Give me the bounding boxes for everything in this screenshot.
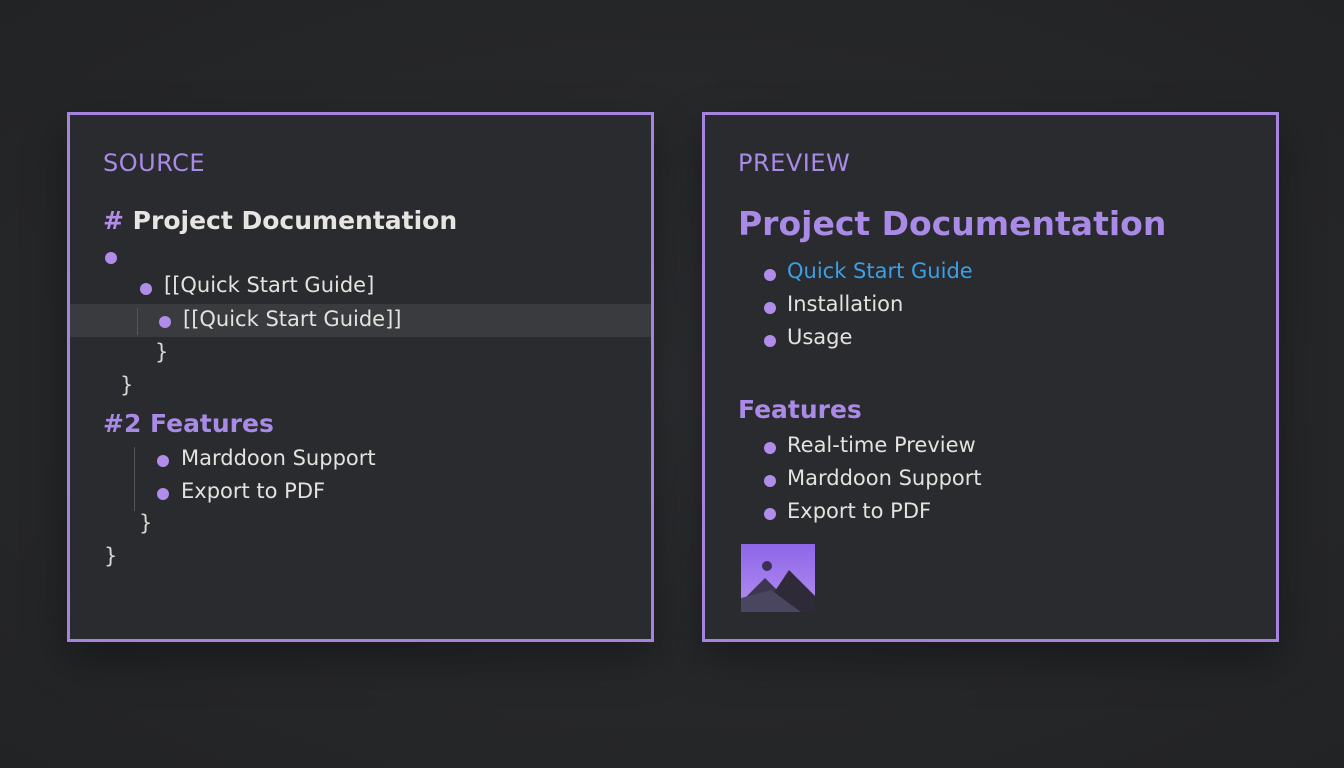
bullet-icon — [764, 335, 776, 347]
bullet-icon — [140, 283, 152, 295]
mountain-image-icon — [741, 544, 815, 612]
preview-panel-title: PREVIEW — [738, 149, 851, 177]
source-features-heading[interactable]: #2 Features — [103, 409, 274, 438]
preview-link-quick-start[interactable]: Quick Start Guide — [787, 259, 973, 283]
source-feature-item[interactable]: Export to PDF — [181, 479, 325, 503]
preview-heading: Project Documentation — [738, 204, 1167, 243]
source-brace: } — [155, 340, 169, 364]
preview-panel[interactable]: PREVIEW Project Documentation Quick Star… — [702, 112, 1279, 642]
source-brace: } — [120, 373, 134, 397]
bullet-icon — [764, 508, 776, 520]
preview-features-heading: Features — [738, 395, 862, 424]
source-panel[interactable]: SOURCE # Project Documentation [[Quick S… — [67, 112, 654, 642]
source-heading-line[interactable]: # Project Documentation — [103, 206, 457, 235]
heading-hash: # — [103, 206, 124, 235]
image-thumbnail-icon[interactable] — [741, 544, 815, 612]
preview-list-item: Installation — [787, 292, 904, 316]
bullet-icon — [764, 475, 776, 487]
indent-guide — [137, 308, 138, 335]
bullet-icon — [764, 442, 776, 454]
bullet-icon — [159, 316, 171, 328]
preview-feature-item: Marddoon Support — [787, 466, 982, 490]
source-brace: } — [139, 511, 153, 535]
preview-feature-item: Real-time Preview — [787, 433, 976, 457]
source-brace: } — [104, 544, 118, 568]
bullet-icon — [157, 488, 169, 500]
bullet-icon — [157, 455, 169, 467]
source-panel-title: SOURCE — [103, 149, 206, 177]
source-line-quick-start[interactable]: [[Quick Start Guide] — [164, 273, 374, 297]
preview-list-item: Usage — [787, 325, 853, 349]
preview-feature-item: Export to PDF — [787, 499, 932, 523]
bullet-icon — [105, 252, 117, 264]
bullet-icon — [764, 269, 776, 281]
heading-text: Project Documentation — [132, 206, 458, 235]
source-feature-item[interactable]: Marddoon Support — [181, 446, 376, 470]
bullet-icon — [764, 302, 776, 314]
indent-guide — [134, 447, 135, 511]
source-line-quick-start-active[interactable]: [[Quick Start Guide]] — [183, 307, 401, 331]
